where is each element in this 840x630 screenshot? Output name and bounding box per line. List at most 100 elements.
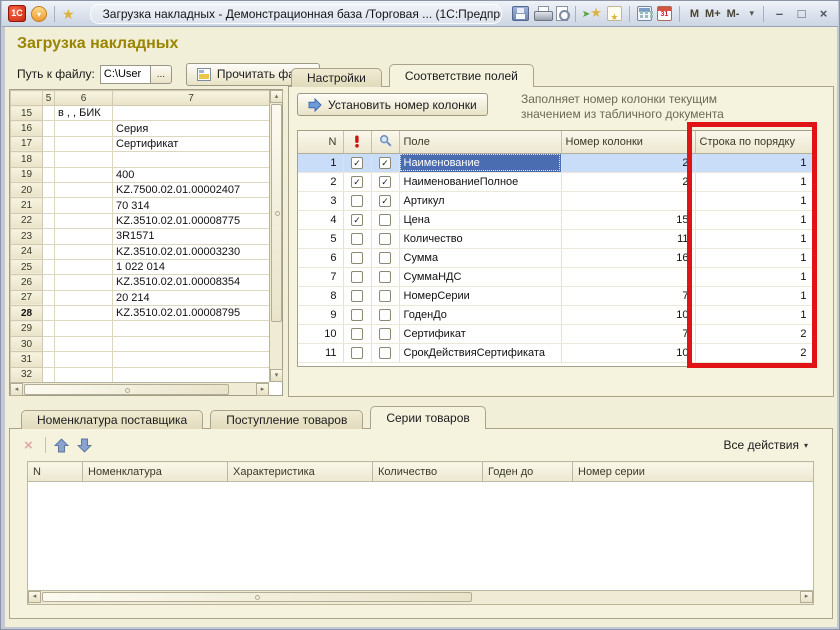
sheet-row-number[interactable]: 28 xyxy=(11,306,43,321)
required-checkbox[interactable] xyxy=(351,309,363,321)
sheet-vertical-scrollbar[interactable]: ▴ ▾ xyxy=(269,90,282,382)
search-checkbox[interactable]: ✓ xyxy=(379,157,391,169)
sheet-cell[interactable] xyxy=(55,306,113,321)
print-icon[interactable] xyxy=(534,6,551,21)
row-order-cell[interactable]: 1 xyxy=(695,305,813,324)
delete-icon[interactable]: × xyxy=(20,437,37,454)
search-checkbox[interactable] xyxy=(379,233,391,245)
sheet-cell[interactable] xyxy=(43,275,55,290)
field-number-cell[interactable]: 6 xyxy=(298,248,343,267)
favorites-list-icon[interactable]: ★ xyxy=(607,6,622,21)
column-number-cell[interactable]: 16 xyxy=(561,248,695,267)
sheet-cell[interactable]: KZ.3510.02.01.00003230 xyxy=(113,244,270,259)
row-order-cell[interactable]: 2 xyxy=(695,324,813,343)
field-name-cell[interactable]: Наименование xyxy=(399,153,561,172)
sheet-cell[interactable] xyxy=(55,136,113,151)
field-number-cell[interactable]: 5 xyxy=(298,229,343,248)
sheet-column-header[interactable]: 6 xyxy=(55,91,113,106)
sheet-row-number[interactable]: 27 xyxy=(11,290,43,305)
set-column-number-button[interactable]: Установить номер колонки xyxy=(297,93,488,116)
series-horizontal-scrollbar[interactable]: ◂ ▸ xyxy=(27,591,814,605)
sheet-row-number[interactable]: 31 xyxy=(11,352,43,367)
search-checkbox[interactable] xyxy=(379,328,391,340)
search-checkbox[interactable] xyxy=(379,290,391,302)
column-number-cell[interactable]: 10 xyxy=(561,305,695,324)
sheet-cell[interactable] xyxy=(113,321,270,336)
field-number-cell[interactable]: 4 xyxy=(298,210,343,229)
column-header-n[interactable]: N xyxy=(298,131,343,153)
sheet-cell[interactable] xyxy=(55,213,113,228)
sheet-cell[interactable]: Сертификат xyxy=(113,136,270,151)
field-row[interactable]: 11СрокДействияСертификата102 xyxy=(298,343,813,362)
sheet-cell[interactable]: 3R1571 xyxy=(113,229,270,244)
series-table-body[interactable] xyxy=(27,482,814,591)
field-number-cell[interactable]: 1 xyxy=(298,153,343,172)
field-row[interactable]: 6 Сумма161 xyxy=(298,248,813,267)
sheet-cell[interactable] xyxy=(113,106,270,121)
row-order-cell[interactable]: 2 xyxy=(695,343,813,362)
sheet-cell[interactable] xyxy=(55,229,113,244)
field-number-cell[interactable]: 7 xyxy=(298,267,343,286)
sheet-cell[interactable]: Серия xyxy=(113,121,270,136)
sheet-cell[interactable] xyxy=(55,290,113,305)
tab-supplier-nomenclature[interactable]: Номенклатура поставщика xyxy=(21,410,203,429)
column-number-cell[interactable] xyxy=(561,191,695,210)
sheet-cell[interactable]: 400 xyxy=(113,167,270,182)
sheet-cell[interactable] xyxy=(43,182,55,197)
sheet-cell[interactable] xyxy=(113,336,270,351)
field-row[interactable]: 2✓✓НаименованиеПолное21 xyxy=(298,172,813,191)
favorites-star-icon[interactable]: ★ xyxy=(62,6,75,22)
series-column-header[interactable]: Количество xyxy=(373,462,483,482)
column-number-cell[interactable]: 11 xyxy=(561,229,695,248)
sheet-cell[interactable] xyxy=(43,321,55,336)
required-checkbox[interactable] xyxy=(351,252,363,264)
calculator-icon[interactable] xyxy=(637,6,652,21)
column-header-row-order[interactable]: Строка по порядку xyxy=(695,131,813,153)
sheet-cell[interactable]: 1 022 014 xyxy=(113,259,270,274)
sheet-row-number[interactable]: 30 xyxy=(11,336,43,351)
sheet-row-number[interactable]: 25 xyxy=(11,259,43,274)
move-up-icon[interactable] xyxy=(54,438,69,453)
field-row[interactable]: 4✓Цена151 xyxy=(298,210,813,229)
row-order-cell[interactable]: 1 xyxy=(695,153,813,172)
memory-button[interactable]: M xyxy=(687,8,702,20)
column-header-column-number[interactable]: Номер колонки xyxy=(561,131,695,153)
toolbar-overflow-chevron[interactable]: ▾ xyxy=(747,8,756,19)
field-row[interactable]: 5Количество111 xyxy=(298,229,813,248)
sheet-cell[interactable] xyxy=(55,336,113,351)
memory-button[interactable]: M+ xyxy=(702,8,724,20)
file-path-input[interactable] xyxy=(100,65,150,84)
field-number-cell[interactable]: 9 xyxy=(298,305,343,324)
column-header-field[interactable]: Поле xyxy=(399,131,561,153)
scroll-left-icon[interactable]: ◂ xyxy=(10,383,23,396)
sheet-cell[interactable] xyxy=(55,321,113,336)
sheet-cell[interactable] xyxy=(55,182,113,197)
field-row[interactable]: 9ГоденДо101 xyxy=(298,305,813,324)
sheet-row-number[interactable]: 26 xyxy=(11,275,43,290)
field-row[interactable]: 3✓Артикул1 xyxy=(298,191,813,210)
print-preview-icon[interactable] xyxy=(556,6,568,21)
sheet-row-number[interactable]: 16 xyxy=(11,121,43,136)
scrollbar-thumb[interactable] xyxy=(24,384,229,395)
sheet-cell[interactable] xyxy=(43,167,55,182)
main-menu-button[interactable]: ▾ xyxy=(31,6,47,22)
series-column-header[interactable]: Характеристика xyxy=(228,462,373,482)
column-number-cell[interactable]: 7 xyxy=(561,324,695,343)
scrollbar-thumb[interactable] xyxy=(271,104,282,322)
column-number-cell[interactable]: 10 xyxy=(561,343,695,362)
required-checkbox[interactable] xyxy=(351,328,363,340)
row-order-cell[interactable]: 1 xyxy=(695,248,813,267)
sheet-row-number[interactable]: 29 xyxy=(11,321,43,336)
row-order-cell[interactable]: 1 xyxy=(695,210,813,229)
maximize-button[interactable]: □ xyxy=(793,6,810,21)
sheet-cell[interactable] xyxy=(55,244,113,259)
sheet-row-number[interactable]: 20 xyxy=(11,182,43,197)
field-name-cell[interactable]: Сертификат xyxy=(399,324,561,343)
field-name-cell[interactable]: Сумма xyxy=(399,248,561,267)
series-column-header[interactable]: N xyxy=(28,462,83,482)
sheet-row-number[interactable]: 22 xyxy=(11,213,43,228)
row-order-cell[interactable]: 1 xyxy=(695,229,813,248)
sheet-corner-cell[interactable] xyxy=(11,91,43,106)
sheet-row-number[interactable]: 15 xyxy=(11,106,43,121)
required-checkbox[interactable] xyxy=(351,347,363,359)
